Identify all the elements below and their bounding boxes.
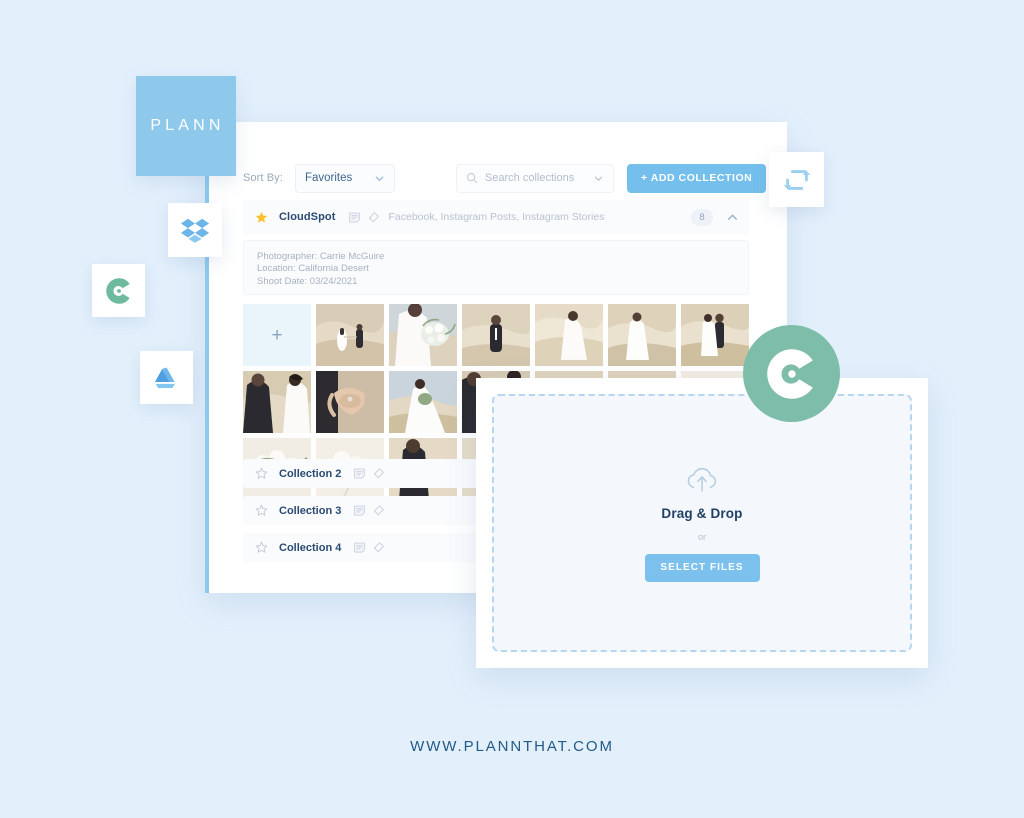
upload-modal: Drag & Drop or SELECT FILES (476, 378, 928, 668)
star-outline-icon[interactable] (255, 541, 268, 554)
chevron-up-icon[interactable] (726, 211, 739, 224)
search-icon (466, 172, 478, 184)
cloudspot-icon (105, 277, 130, 304)
file-dropzone[interactable]: Drag & Drop or SELECT FILES (492, 394, 912, 652)
app-tile-google-drive[interactable] (140, 351, 193, 404)
photo-thumbnail[interactable] (608, 304, 676, 366)
note-icon[interactable] (353, 467, 366, 480)
select-files-button[interactable]: SELECT FILES (644, 553, 760, 582)
photo-thumbnail[interactable] (243, 371, 311, 433)
tag-icon[interactable] (372, 504, 385, 517)
chevron-down-icon (594, 176, 603, 181)
collection-header-actions: 8 (691, 208, 739, 226)
metadata-photographer: Photographer: Carrie McGuire (257, 251, 385, 262)
collection-row-title: Collection 3 (279, 504, 342, 517)
page-canvas: Sort By: Favorites Search collections + … (0, 0, 1024, 818)
star-outline-icon[interactable] (255, 467, 268, 480)
tag-icon[interactable] (372, 541, 385, 554)
collection-header-row[interactable]: CloudSpot Facebook, Instagram Posts, Ins… (243, 200, 749, 234)
add-collection-button[interactable]: + ADD COLLECTION (626, 163, 767, 193)
star-outline-icon[interactable] (255, 504, 268, 517)
collection-icon-group (353, 541, 385, 554)
app-tile-cloudspot[interactable] (92, 264, 145, 317)
collections-toolbar: Sort By: Favorites Search collections + … (205, 152, 787, 204)
drag-drop-label: Drag & Drop (661, 505, 743, 521)
app-tile-dropbox[interactable] (168, 203, 222, 257)
photo-thumbnail[interactable] (462, 304, 530, 366)
footer-website-url: WWW.PLANNTHAT.COM (410, 738, 614, 755)
tag-icon[interactable] (372, 467, 385, 480)
app-tile-sync[interactable] (769, 152, 824, 207)
search-collections-field[interactable]: Search collections (455, 163, 614, 193)
plann-wordmark: PLANN (150, 117, 225, 134)
sync-repost-icon (783, 169, 810, 190)
collection-title: CloudSpot (279, 211, 336, 223)
google-drive-icon (154, 367, 176, 389)
collection-icon-group (353, 504, 385, 517)
metadata-location: Location: California Desert (257, 263, 369, 275)
photo-thumbnail[interactable] (389, 304, 457, 366)
photo-thumbnail[interactable] (681, 304, 749, 366)
collection-icon-group (348, 211, 380, 224)
photo-thumbnail[interactable] (535, 304, 603, 366)
note-icon[interactable] (353, 541, 366, 554)
photo-thumbnail[interactable] (389, 371, 457, 433)
or-separator-label: or (697, 531, 706, 542)
search-placeholder-text: Search collections (484, 172, 575, 184)
collection-row-title: Collection 2 (279, 467, 342, 480)
star-filled-icon[interactable] (255, 211, 268, 224)
tag-icon[interactable] (367, 211, 380, 224)
photo-thumbnail[interactable] (316, 371, 384, 433)
note-icon[interactable] (348, 211, 361, 224)
collection-row-title: Collection 4 (279, 541, 342, 554)
chevron-down-icon (375, 176, 384, 181)
collection-icon-group (353, 467, 385, 480)
metadata-shoot-date: Shoot Date: 03/24/2021 (257, 275, 358, 287)
dropbox-icon (180, 218, 210, 243)
collection-tags: Facebook, Instagram Posts, Instagram Sto… (388, 211, 605, 223)
photo-thumbnail[interactable] (316, 304, 384, 366)
sort-by-label: Sort By: (243, 172, 283, 184)
cloudspot-logo-badge (743, 325, 840, 422)
cloud-upload-icon (687, 467, 717, 492)
sort-by-select[interactable]: Favorites (294, 163, 395, 193)
cloudspot-icon (766, 348, 813, 399)
note-icon[interactable] (353, 504, 366, 517)
sort-by-value: Favorites (304, 172, 353, 184)
plus-icon: + (271, 324, 283, 346)
plann-logo-tile: PLANN (136, 76, 236, 176)
collection-metadata-card: Photographer: Carrie McGuire Location: C… (243, 240, 749, 295)
collection-count-badge: 8 (691, 208, 713, 226)
add-photo-tile[interactable]: + (243, 304, 311, 366)
